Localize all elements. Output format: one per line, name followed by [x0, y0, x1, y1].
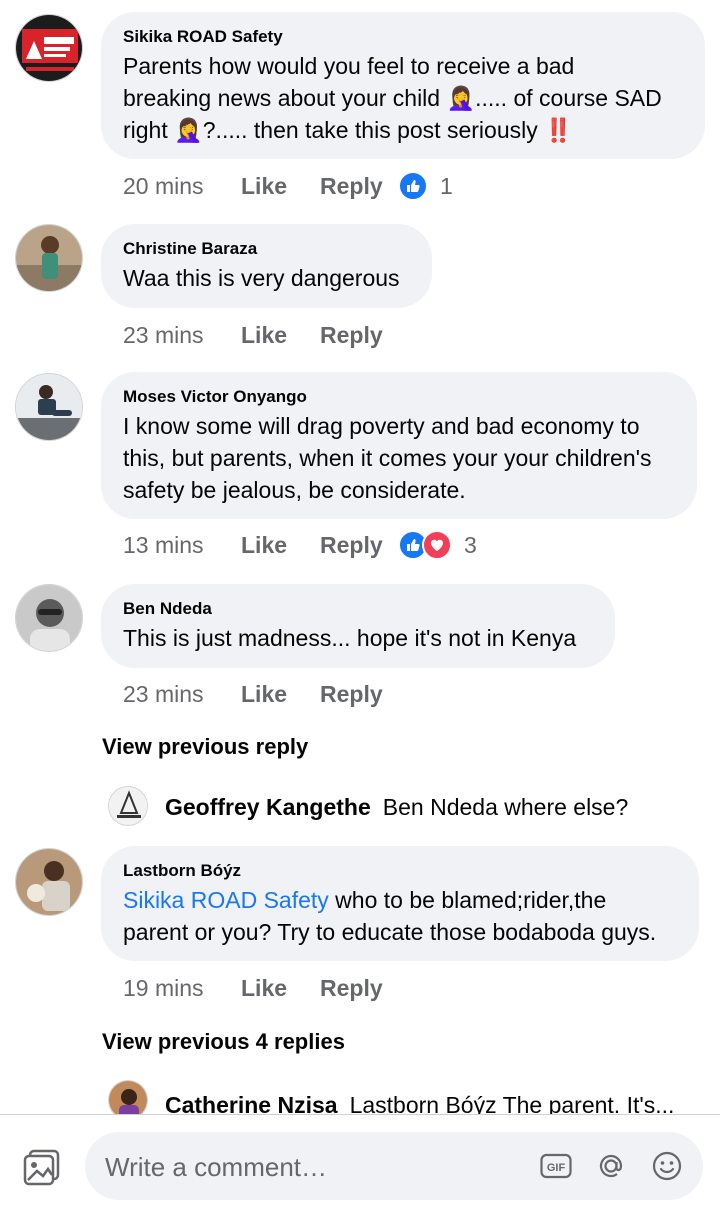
comment-actions: 20 mins Like Reply 1 — [123, 169, 453, 203]
comment-time[interactable]: 19 mins — [123, 975, 241, 1002]
comment-author[interactable]: Christine Baraza — [123, 238, 410, 260]
like-button[interactable]: Like — [241, 173, 320, 200]
reply-button[interactable]: Reply — [320, 173, 398, 200]
reply-author[interactable]: Geoffrey Kangethe — [165, 794, 371, 820]
reactions-summary[interactable]: 1 — [398, 171, 453, 201]
like-button[interactable]: Like — [241, 322, 320, 349]
svg-text:GIF: GIF — [547, 1162, 566, 1174]
like-button[interactable]: Like — [241, 532, 320, 559]
comment-time[interactable]: 13 mins — [123, 532, 241, 559]
avatar[interactable] — [108, 786, 148, 826]
comment-actions: 13 mins Like Reply 3 — [123, 528, 477, 562]
comment-text: This is just madness... hope it's not in… — [123, 625, 577, 651]
avatar[interactable] — [108, 1080, 148, 1114]
like-button[interactable]: Like — [241, 975, 320, 1002]
reaction-count: 3 — [464, 531, 477, 558]
reply-author[interactable]: Catherine Nzisa — [165, 1092, 338, 1114]
gif-icon[interactable]: GIF — [540, 1150, 572, 1182]
comment-author[interactable]: Ben Ndeda — [123, 598, 593, 620]
reply-button[interactable]: Reply — [320, 322, 398, 349]
reply-button[interactable]: Reply — [320, 681, 398, 708]
comment-bubble: Christine Baraza Waa this is very danger… — [101, 224, 432, 308]
avatar[interactable] — [15, 373, 83, 441]
comment-bubble: Moses Victor Onyango I know some will dr… — [101, 372, 697, 519]
comment-text: Parents how would you feel to receive a … — [123, 53, 662, 143]
comment-actions: 23 mins Like Reply — [123, 318, 398, 352]
emoji-icon[interactable] — [651, 1150, 683, 1182]
comment-author[interactable]: Lastborn Bóýz — [123, 860, 677, 882]
comment-bubble: Lastborn Bóýz Sikika ROAD Safety who to … — [101, 846, 699, 961]
comment-text: Sikika ROAD Safety who to be blamed;ride… — [123, 887, 657, 945]
reaction-count: 1 — [440, 172, 453, 199]
comment-actions: 19 mins Like Reply — [123, 971, 398, 1005]
avatar[interactable] — [15, 584, 83, 652]
reply-text: Ben Ndeda where else? — [382, 794, 629, 820]
avatar[interactable] — [15, 14, 83, 82]
heart-icon — [422, 530, 452, 560]
comment-input[interactable] — [103, 1146, 527, 1188]
avatar[interactable] — [15, 848, 83, 916]
comment-time[interactable]: 23 mins — [123, 322, 241, 349]
like-button[interactable]: Like — [241, 681, 320, 708]
comment-text: Waa this is very dangerous — [123, 265, 400, 291]
comment-input-container[interactable]: GIF — [85, 1132, 703, 1200]
reply-text: Lastborn Bóýz The parent. It's... — [349, 1092, 675, 1114]
view-previous-replies-link[interactable]: View previous reply — [102, 734, 308, 760]
comment-author[interactable]: Moses Victor Onyango — [123, 386, 675, 408]
photo-icon[interactable] — [22, 1147, 62, 1187]
comment-actions: 23 mins Like Reply — [123, 677, 398, 711]
thumbs-up-icon — [398, 171, 428, 201]
reply-button[interactable]: Reply — [320, 532, 398, 559]
view-previous-replies-link[interactable]: View previous 4 replies — [102, 1029, 345, 1055]
reply-preview[interactable]: Geoffrey Kangethe Ben Ndeda where else? — [0, 786, 720, 830]
comment-author[interactable]: Sikika ROAD Safety — [123, 26, 683, 48]
comment-bubble: Sikika ROAD Safety Parents how would you… — [101, 12, 705, 159]
mention-link[interactable]: Sikika ROAD Safety — [123, 887, 329, 913]
comment-time[interactable]: 23 mins — [123, 681, 241, 708]
reply-button[interactable]: Reply — [320, 975, 398, 1002]
comment-composer: GIF — [0, 1115, 720, 1215]
reactions-summary[interactable]: 3 — [398, 530, 477, 560]
comment-text: I know some will drag poverty and bad ec… — [123, 413, 652, 503]
comment-time[interactable]: 20 mins — [123, 173, 241, 200]
avatar[interactable] — [15, 224, 83, 292]
reply-preview[interactable]: Catherine Nzisa Lastborn Bóýz The parent.… — [0, 1080, 720, 1114]
mention-icon[interactable] — [595, 1150, 627, 1182]
comment-bubble: Ben Ndeda This is just madness... hope i… — [101, 584, 615, 668]
